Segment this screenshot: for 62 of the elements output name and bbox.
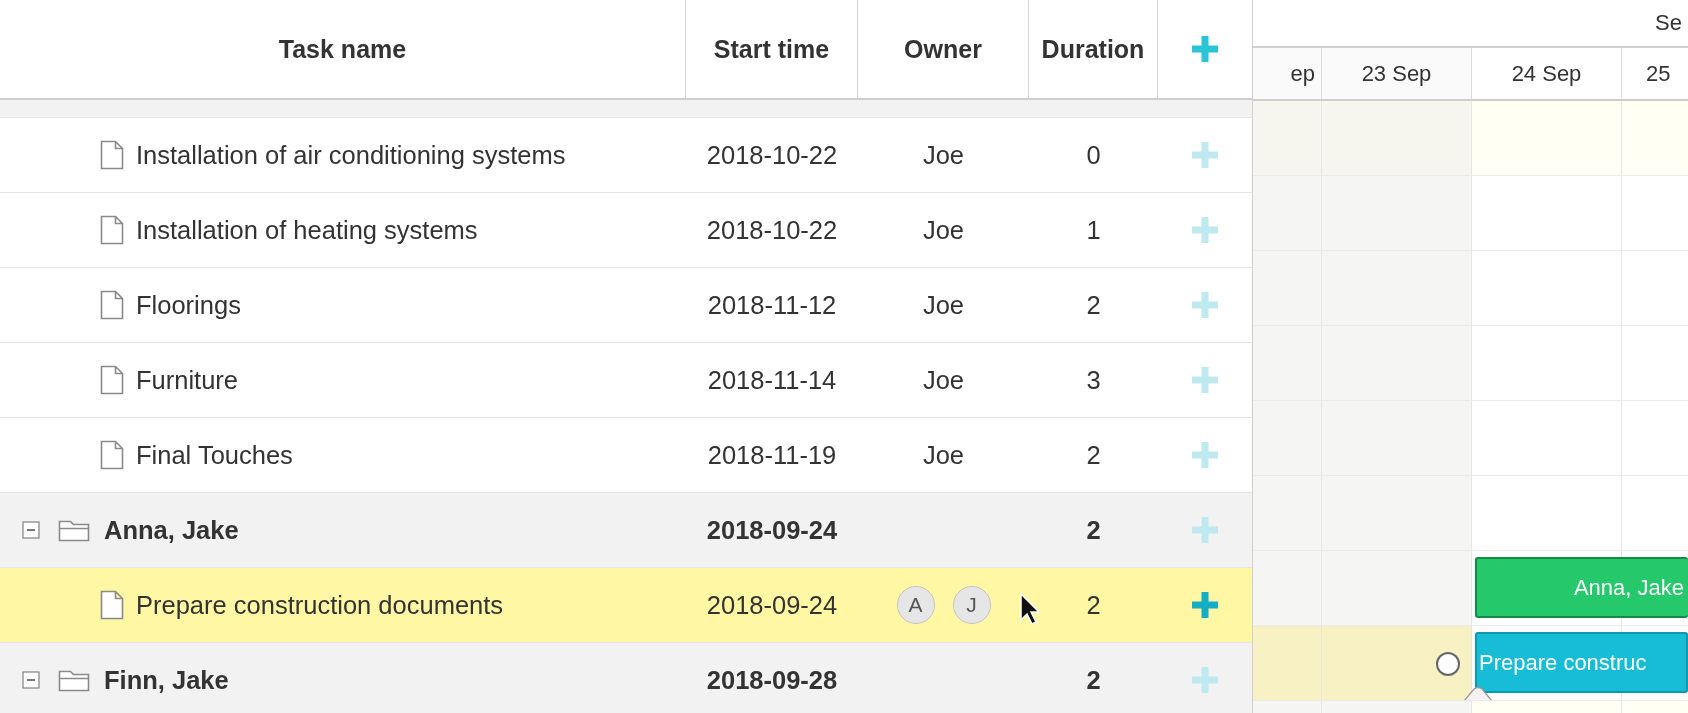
task-row[interactable]: Anna, Jake 2018-09-24 2 [0,493,1252,568]
task-name: Finn, Jake [104,665,229,695]
task-name: Installation of heating systems [136,215,478,245]
duration: 2 [1086,590,1101,620]
day-label: 25 [1646,60,1671,87]
selected-row[interactable]: Prepare construction documents 2018-09-24 A J 2 [0,568,1252,643]
progress-handle-icon[interactable] [1462,686,1494,700]
owner-name: Joe [922,365,965,395]
column-header[interactable]: Duration [1029,0,1158,98]
add-icon[interactable] [1190,215,1220,245]
add-icon[interactable] [1190,290,1220,320]
document-icon [100,215,124,245]
task-name: Floorings [136,290,241,320]
document-icon [100,440,124,470]
cursor-icon [1019,592,1041,626]
task-name: Installation of air conditioning systems [136,140,566,170]
column-header[interactable]: Owner [858,0,1029,98]
document-icon [100,365,124,395]
add-icon[interactable] [1190,515,1220,545]
add-icon[interactable] [1190,590,1220,620]
day-label: 24 Sep [1511,60,1582,87]
task-name: Anna, Jake [104,515,239,545]
task-row[interactable]: Finn, Jake 2018-09-28 2 [0,643,1252,713]
add-icon[interactable] [1190,440,1220,470]
duration: 1 [1086,215,1101,245]
start-date: 2018-09-24 [706,590,838,620]
collapse-icon[interactable] [22,521,40,539]
collapse-icon[interactable] [22,671,40,689]
duration: 3 [1086,365,1101,395]
add-icon[interactable] [1190,34,1220,64]
document-icon [100,140,124,170]
start-date: 2018-11-19 [707,440,837,470]
document-icon [100,290,124,320]
start-date: 2018-09-28 [706,665,838,695]
add-icon[interactable] [1190,365,1220,395]
duration: 2 [1086,290,1101,320]
task-name: Final Touches [136,440,293,470]
owner-name: Joe [922,440,965,470]
add-icon[interactable] [1190,140,1220,170]
task-name: Prepare construction documents [136,590,504,620]
owner-avatar: J [952,586,991,624]
start-date: 2018-09-24 [706,515,838,545]
duration: 2 [1086,440,1101,470]
duration: 2 [1086,515,1101,545]
start-date: 2018-11-12 [707,290,837,320]
task-name: Furniture [136,365,239,395]
column-header[interactable]: Task name [0,0,686,98]
column-header[interactable]: Start time [686,0,858,98]
start-date: 2018-11-14 [707,365,837,395]
add-icon[interactable] [1190,665,1220,695]
start-date: 2018-10-22 [706,215,838,245]
document-icon [100,590,124,620]
start-date: 2018-10-22 [706,140,838,170]
duration: 2 [1086,665,1101,695]
owner-name: Joe [922,215,965,245]
month-label: Se [1655,10,1682,36]
day-label: ep [1290,60,1315,87]
day-label: 23 Sep [1361,60,1432,87]
duration: 0 [1086,140,1101,170]
owner-avatar: A [896,586,935,624]
owner-name: Joe [922,140,965,170]
owner-name: Joe [922,290,965,320]
